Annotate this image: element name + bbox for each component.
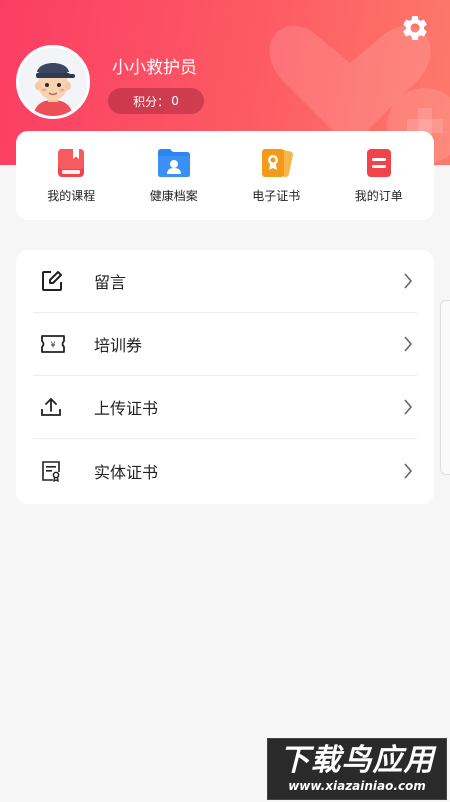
menu-item-upload-certificate[interactable]: 上传证书 xyxy=(33,376,417,439)
watermark-logo: 下载鸟应用 www.xiazainiao.com xyxy=(267,738,447,800)
menu-item-label: 培训券 xyxy=(94,336,143,355)
points-badge[interactable]: 积分： 0 xyxy=(108,88,204,114)
order-icon xyxy=(366,149,391,177)
username: 小小救护员 xyxy=(112,58,197,78)
menu-list: 留言 ¥ 培训券 上传证书 实体证书 xyxy=(16,250,434,504)
points-label: 积分： xyxy=(133,94,170,109)
watermark-url: www.xiazainiao.com xyxy=(288,779,426,793)
quick-link-my-courses[interactable]: 我的课程 xyxy=(21,147,121,204)
document-certificate-icon xyxy=(42,460,60,482)
quick-links-card: 我的课程 健康档案 电子证书 我的订单 xyxy=(16,131,434,220)
quick-link-my-orders[interactable]: 我的订单 xyxy=(329,147,429,204)
menu-item-label: 实体证书 xyxy=(94,462,159,482)
quick-link-health-records[interactable]: 健康档案 xyxy=(124,147,224,204)
menu-item-message[interactable]: 留言 xyxy=(33,250,417,313)
gear-icon xyxy=(403,15,427,40)
chevron-right-icon xyxy=(404,336,413,352)
menu-item-physical-certificate[interactable]: 实体证书 xyxy=(33,439,417,502)
chevron-right-icon xyxy=(404,273,413,289)
upload-icon xyxy=(41,398,61,416)
watermark-title: 下载鸟应用 xyxy=(279,743,435,778)
quick-link-label: 我的订单 xyxy=(354,189,403,203)
points-value: 0 xyxy=(171,94,179,108)
quick-link-label: 健康档案 xyxy=(149,189,198,203)
quick-link-e-certificates[interactable]: 电子证书 xyxy=(226,147,326,204)
edit-icon xyxy=(42,271,62,291)
side-drawer-handle[interactable] xyxy=(440,300,450,475)
book-icon xyxy=(58,149,85,177)
chevron-right-icon xyxy=(404,399,413,415)
avatar-boy-icon xyxy=(19,48,87,116)
settings-button[interactable] xyxy=(399,12,431,44)
ticket-icon: ¥ xyxy=(41,335,65,353)
chevron-right-icon xyxy=(404,462,413,479)
certificate-icon xyxy=(262,148,294,178)
menu-item-label: 留言 xyxy=(94,273,127,292)
menu-item-training-voucher[interactable]: ¥ 培训券 xyxy=(33,313,417,376)
svg-text:¥: ¥ xyxy=(50,341,55,350)
menu-item-label: 上传证书 xyxy=(94,399,159,418)
quick-link-label: 我的课程 xyxy=(47,189,96,203)
health-folder-icon xyxy=(157,149,190,177)
avatar[interactable] xyxy=(16,45,90,119)
quick-link-label: 电子证书 xyxy=(252,189,301,203)
